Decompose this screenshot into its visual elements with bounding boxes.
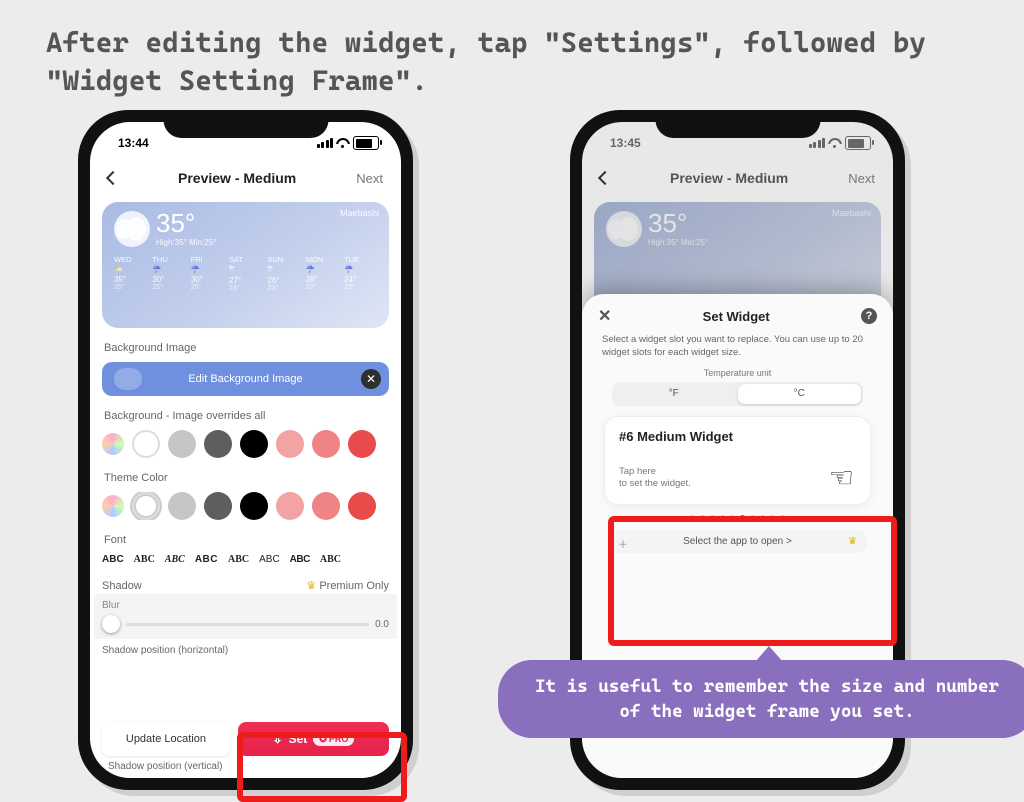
back-icon[interactable] [108,170,118,186]
swatch[interactable] [312,492,340,520]
wifi-icon [828,138,842,148]
section-shadow: Shadow [102,580,142,592]
next-button[interactable]: Next [356,171,383,186]
swatch[interactable] [132,430,160,458]
palette-icon[interactable] [102,433,124,455]
battery-icon [353,136,379,150]
swatch[interactable] [168,430,196,458]
callout-bubble: It is useful to remember the size and nu… [498,660,1024,738]
bg-thumb-icon [114,368,142,390]
nav-header: Preview - Medium Next [582,160,893,196]
swatch[interactable] [276,430,304,458]
premium-badge: ♛ Premium Only [306,579,389,592]
update-location-button[interactable]: Update Location [102,722,230,756]
theme-swatch-row [102,492,389,520]
swatch[interactable] [348,492,376,520]
weather-widget-preview: Maebashi 35° High:35° Min:25° WED⛅35°25°… [102,202,389,328]
swatch[interactable] [240,430,268,458]
blur-label: Blur [102,600,120,611]
status-time: 13:44 [118,136,149,150]
unit-f[interactable]: °F [612,382,736,406]
wifi-icon [336,138,350,148]
help-icon[interactable]: ? [861,308,877,324]
nav-header: Preview - Medium Next [90,160,401,196]
clear-bg-icon[interactable]: ✕ [361,369,381,389]
temp-unit-segment[interactable]: °F °C [612,382,863,406]
swatch-selected[interactable] [132,492,160,520]
next-button[interactable]: Next [848,171,875,186]
swatch[interactable] [204,492,232,520]
instruction-text: After editing the widget, tap "Settings"… [46,24,1024,100]
annotation-highlight-set [237,732,407,802]
slot-title: #6 Medium Widget [619,429,856,444]
weather-icon [606,211,642,247]
temperature: 35° [156,210,216,236]
swatch[interactable] [276,492,304,520]
phone-mockup-left: 13:44 Preview - Medium Next Maebashi 35°… [78,110,413,790]
blur-slider[interactable]: 0.0 [102,615,389,633]
temp-unit-label: Temperature unit [598,368,877,378]
forecast-row: WED⛅35°25° THU☔30°25° FRI☔30°25° SAT⛈27°… [114,255,377,292]
edit-background-button[interactable]: Edit Background Image ✕ [102,362,389,396]
slider-thumb[interactable] [102,615,120,633]
swatch[interactable] [168,492,196,520]
back-icon[interactable] [600,170,610,186]
font-row[interactable]: ABCABCABCABCABCABCABCABC [102,554,389,565]
palette-icon[interactable] [102,495,124,517]
swatch[interactable] [312,430,340,458]
swatch[interactable] [240,492,268,520]
battery-icon [845,136,871,150]
page-title: Preview - Medium [178,170,296,186]
swatch[interactable] [348,430,376,458]
sheet-help-text: Select a widget slot you want to replace… [602,334,873,360]
section-bg-image: Background Image [104,342,387,354]
bg-swatch-row [102,430,389,458]
shadow-vert-label: Shadow position (vertical) [108,761,223,772]
status-time: 13:45 [610,136,641,150]
page-title: Preview - Medium [670,170,788,186]
hi-lo: High:35° Min:25° [156,238,216,247]
shadow-horiz-label: Shadow position (horizontal) [102,645,389,656]
unit-c-selected[interactable]: °C [738,384,862,404]
section-bg-override: Background - Image overrides all [104,410,387,422]
weather-icon [114,211,150,247]
annotation-highlight-slot [608,516,897,646]
sheet-title: Set Widget [703,309,770,324]
signal-icon [317,138,334,148]
section-font: Font [104,534,387,546]
swatch[interactable] [204,430,232,458]
widget-slot-card[interactable]: #6 Medium Widget Tap here to set the wid… [604,416,871,506]
close-icon[interactable]: ✕ [598,306,611,326]
tap-hand-icon: ☜ [829,461,854,494]
signal-icon [809,138,826,148]
section-theme: Theme Color [104,472,387,484]
city-label: Maebashi [340,208,379,218]
